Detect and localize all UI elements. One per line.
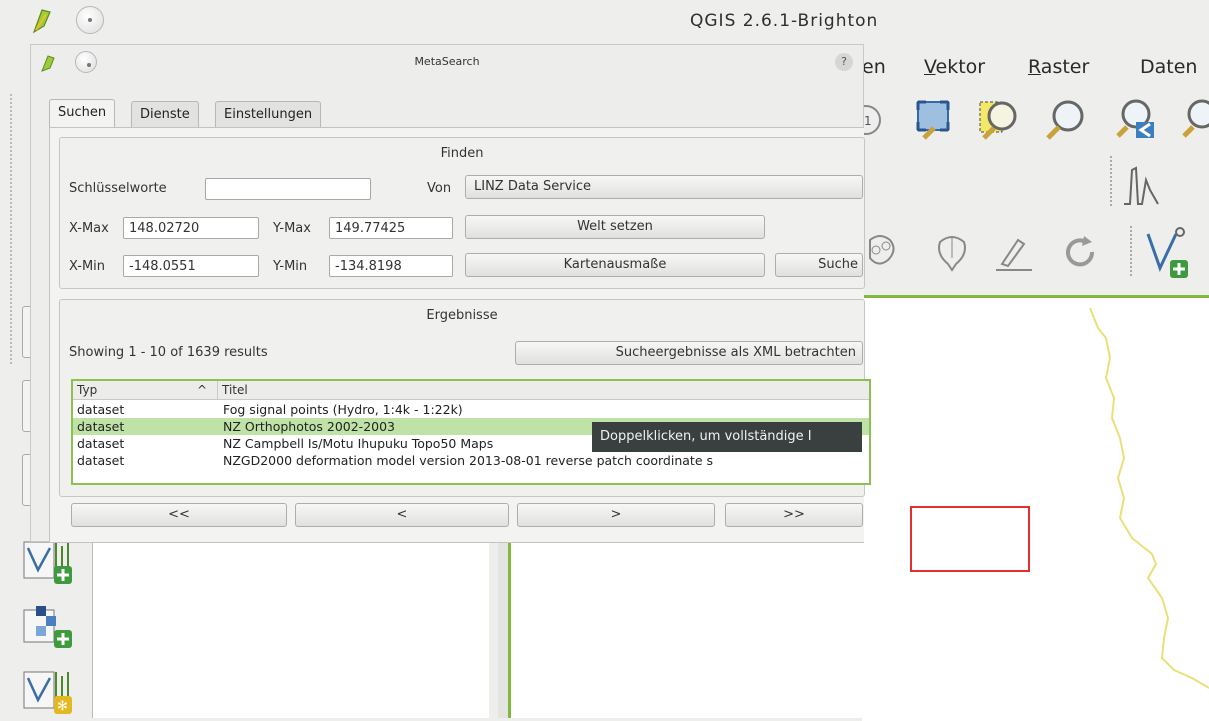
zoom-native-icon[interactable]: 1 (851, 100, 882, 140)
row-title: NZ Campbell Is/Motu Ihupuku Topo50 Maps (223, 436, 494, 451)
ymin-label: Y-Min (273, 259, 308, 274)
map-extent-button[interactable]: Kartenausmaße (465, 253, 765, 277)
add-raster-icon[interactable] (22, 604, 76, 650)
menu-label: ektor (935, 56, 986, 78)
catalog-service-select[interactable]: LINZ Data Service (465, 175, 863, 199)
tab-settings[interactable]: Einstellungen (215, 101, 322, 128)
zoom-layer-icon[interactable] (1042, 96, 1090, 144)
map-canvas[interactable] (862, 295, 1209, 721)
previous-page-button[interactable]: < (295, 503, 509, 527)
toolbar-handle-icon[interactable] (1110, 156, 1118, 206)
identify-icon[interactable] (862, 230, 906, 274)
menu-label: aster (1040, 56, 1090, 78)
find-group-title: Finden (440, 146, 484, 161)
column-header-type[interactable]: Typ ^ (73, 381, 217, 400)
table-row[interactable]: dataset NZGD2000 deformation model versi… (73, 452, 869, 469)
set-world-button[interactable]: Welt setzen (465, 215, 765, 239)
search-button[interactable]: Suche (775, 253, 863, 277)
dialog-menu-button[interactable] (75, 51, 97, 73)
xmax-input[interactable]: 148.02720 (123, 217, 259, 239)
ymax-label: Y-Max (273, 221, 311, 236)
svg-text:1: 1 (864, 114, 872, 128)
metasearch-dialog: MetaSearch ? Suchen Dienste Einstellunge… (30, 44, 871, 543)
qgis-titlebar: QGIS 2.6.1-Brighton (0, 0, 1209, 44)
map-navigation-toolbar: 1 (851, 90, 1209, 295)
ymax-input[interactable]: 149.77425 (329, 217, 453, 239)
toolbar-handle-icon[interactable] (1130, 226, 1138, 276)
column-header-title[interactable]: Titel (217, 381, 869, 400)
row-type: dataset (77, 402, 125, 417)
from-label: Von (427, 181, 452, 196)
column-header-label: Typ (77, 383, 98, 397)
browser-panel[interactable] (92, 540, 489, 718)
help-icon[interactable]: ? (835, 53, 853, 71)
menu-item-data[interactable]: Daten (1140, 56, 1197, 78)
xmin-input[interactable]: -148.0551 (123, 255, 259, 277)
histogram-icon[interactable] (1122, 160, 1162, 206)
keywords-label: Schlüsselworte (69, 181, 167, 196)
zoom-selection-icon[interactable] (974, 96, 1022, 144)
tab-search[interactable]: Suchen (49, 99, 116, 128)
measure-icon[interactable] (992, 230, 1036, 274)
xmin-label: X-Min (69, 259, 106, 274)
results-summary: Showing 1 - 10 of 1639 results (69, 345, 268, 360)
pan-icon[interactable] (930, 230, 974, 274)
row-type: dataset (77, 436, 125, 451)
menu-item-raster[interactable]: Raster (1028, 56, 1089, 78)
zoom-last-icon[interactable] (1112, 96, 1160, 144)
search-extent-rectangle (910, 506, 1030, 572)
row-type: dataset (77, 453, 125, 468)
row-title: Fog signal points (Hydro, 1:4k - 1:22k) (223, 402, 463, 417)
svg-text:✻: ✻ (57, 699, 68, 714)
menu-accel: V (924, 56, 936, 78)
tab-services[interactable]: Dienste (131, 101, 199, 128)
row-title: NZGD2000 deformation model version 2013-… (223, 453, 714, 468)
view-xml-button[interactable]: Sucheergebnisse als XML betrachten (515, 341, 863, 365)
table-row[interactable]: dataset Fog signal points (Hydro, 1:4k -… (73, 401, 869, 418)
refresh-icon[interactable] (1058, 230, 1102, 274)
menu-accel: R (1028, 56, 1041, 78)
menu-item-vector[interactable]: Vektor (924, 56, 985, 78)
sort-ascending-icon: ^ (197, 383, 208, 397)
map-canvas-left-part[interactable] (508, 540, 865, 718)
keywords-input[interactable] (205, 178, 371, 200)
add-vector-layer-icon[interactable] (1144, 224, 1194, 280)
panel-splitter[interactable] (498, 540, 508, 718)
toolbar-handle-icon[interactable] (10, 94, 16, 364)
add-vector-icon[interactable] (22, 540, 76, 586)
window-menu-button[interactable] (76, 6, 104, 34)
menu-item-plugins[interactable]: en (862, 56, 886, 78)
dialog-title: MetaSearch (414, 55, 480, 68)
row-title: NZ Orthophotos 2002-2003 (223, 419, 396, 434)
xmax-label: X-Max (69, 221, 109, 236)
tooltip: Doppelklicken, um vollständige I (592, 422, 862, 452)
row-type: dataset (77, 419, 125, 434)
ymin-input[interactable]: -134.8198 (329, 255, 453, 277)
last-page-button[interactable]: >> (725, 503, 863, 527)
first-page-button[interactable]: << (71, 503, 287, 527)
new-shapefile-icon[interactable]: ✻ (22, 664, 76, 714)
window-title: QGIS 2.6.1-Brighton (690, 11, 879, 31)
zoom-next-icon[interactable] (1178, 96, 1209, 144)
results-group-title: Ergebnisse (426, 308, 498, 323)
zoom-full-icon[interactable] (912, 96, 960, 144)
qgis-logo-icon (30, 6, 54, 34)
next-page-button[interactable]: > (517, 503, 715, 527)
menubar: en Vektor Raster Daten (862, 44, 1209, 90)
metasearch-logo-icon (39, 53, 57, 73)
